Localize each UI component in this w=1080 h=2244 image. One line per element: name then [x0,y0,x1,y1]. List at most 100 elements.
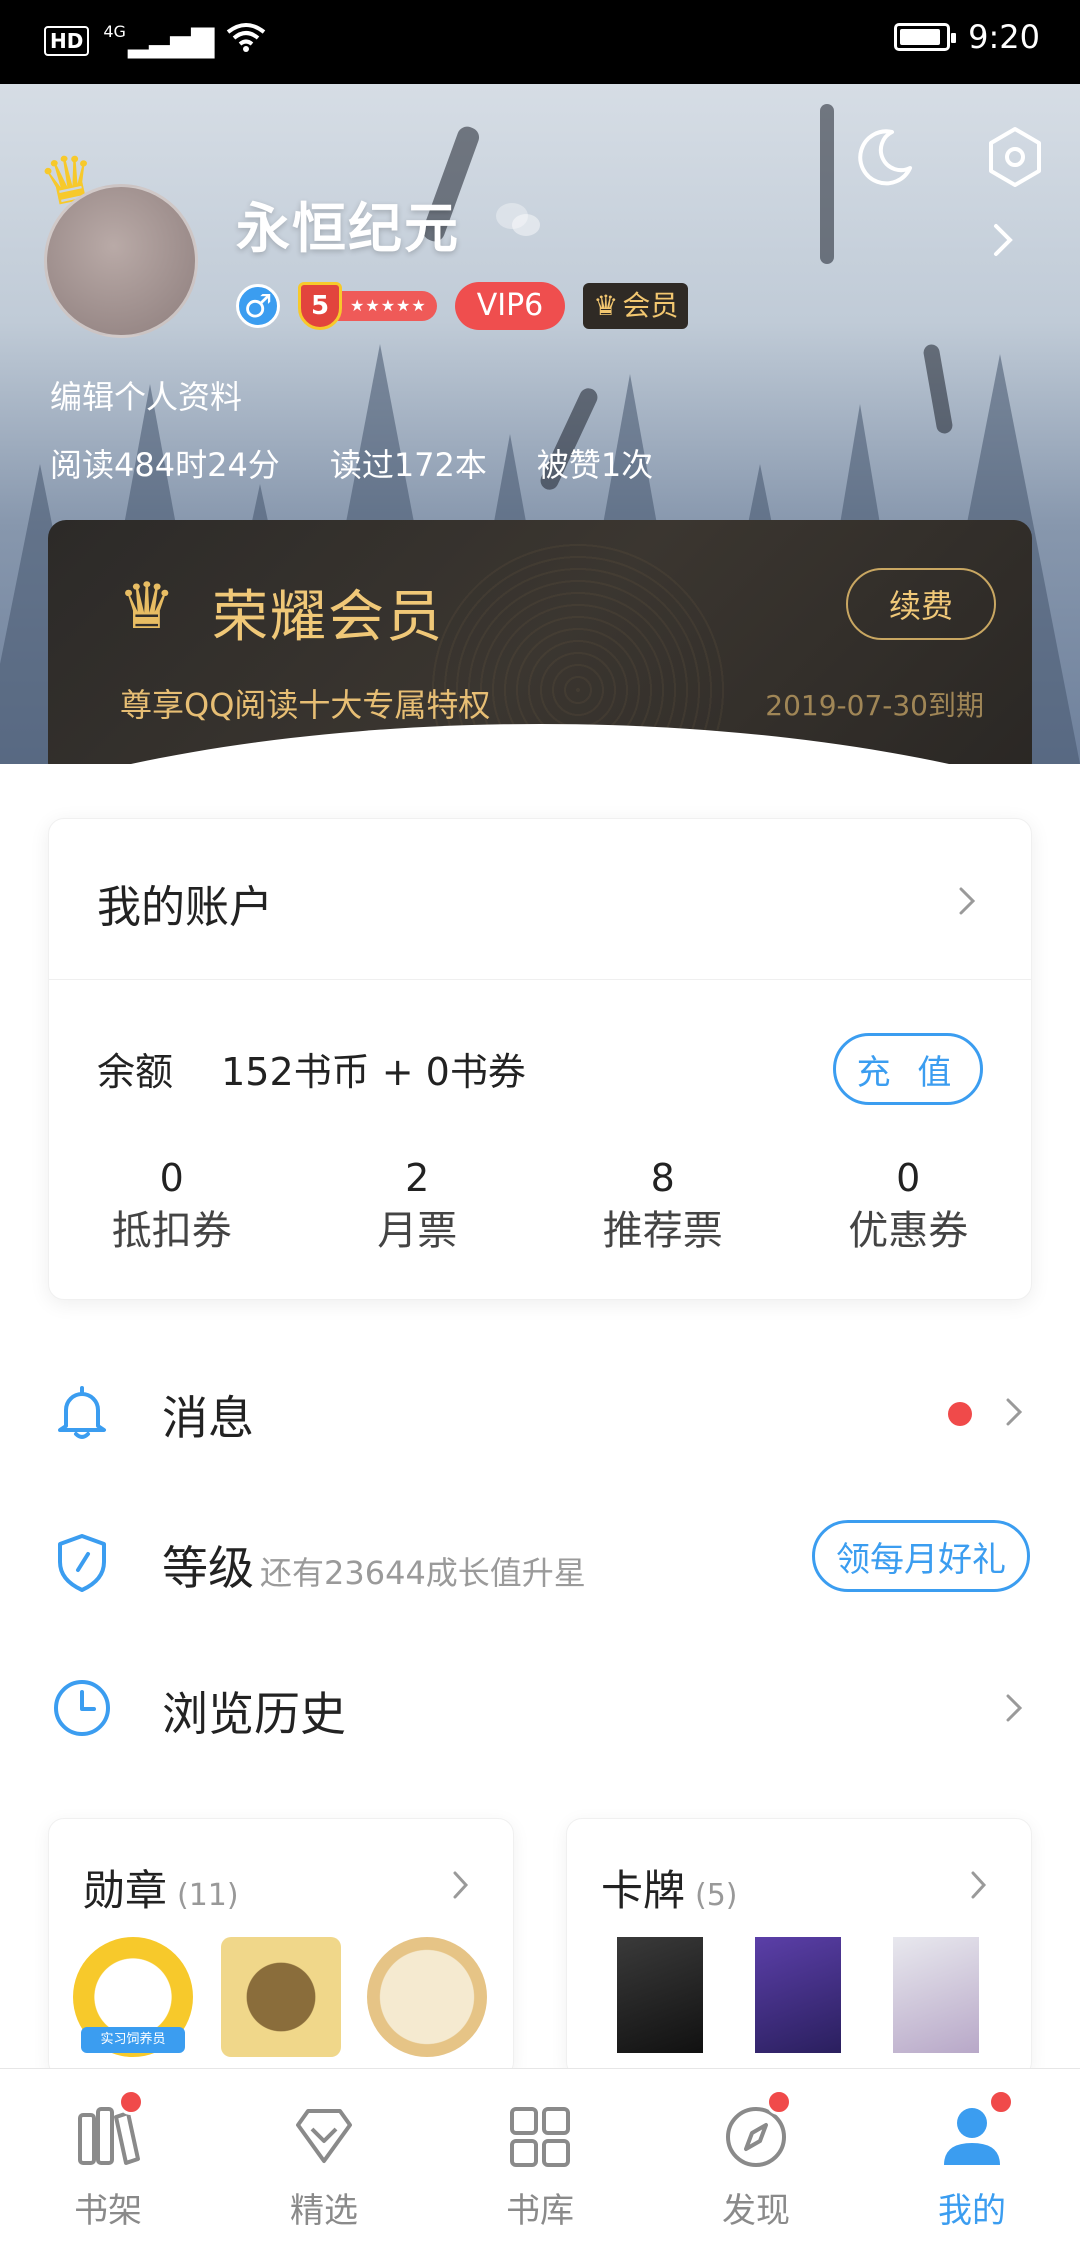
status-bar: HD 4G ▂▃▅▇ 9:20 [0,0,1080,84]
chevron-right-icon [453,1871,469,1899]
battery-icon [894,23,957,51]
nav-discover[interactable]: 发现 [648,2069,864,2244]
balance-row: 余额 152书币 + 0书券 [97,1041,526,1096]
hd-indicator: HD [44,26,90,56]
diamond-icon [296,2109,352,2163]
member-badge: ♛ 会员 [583,283,689,329]
bell-icon [58,1386,106,1439]
menu-messages[interactable]: 消息 [0,1350,1080,1470]
nav-label: 书库 [506,2191,574,2231]
ticket-label: 优惠券 [848,1208,969,1254]
ticket-monthly[interactable]: 2 月票 [295,1155,541,1261]
menu-history-label: 浏览历史 [162,1687,346,1741]
nav-label: 发现 [722,2191,790,2231]
divider [49,979,1031,980]
ticket-label: 抵扣券 [111,1208,232,1254]
cards-title: 卡牌 (5) [601,1857,738,1918]
chevron-right-icon[interactable] [988,220,1018,260]
ticket-coupon[interactable]: 0 优惠券 [786,1155,1032,1261]
medals-title-text: 勋章 [83,1866,168,1915]
vip-description: 尊享QQ阅读十大专属特权 [120,686,491,724]
card-thumbnail[interactable] [755,1937,841,2053]
renew-button[interactable]: 续费 [846,568,996,640]
menu-level[interactable]: 等级 还有23644成长值升星 领每月好礼 [0,1500,1080,1620]
chevron-right-icon[interactable] [955,881,981,921]
badge-row: ♂ 5 ★★★★★ VIP6 ♛ 会员 [236,282,689,330]
ticket-value: 2 [405,1156,430,1200]
vip-crown-icon: ♛ [118,570,176,644]
books-read: 读过172本 [329,446,487,484]
chevron-right-icon [1006,1694,1023,1722]
ticket-value: 0 [896,1156,921,1200]
vip-level-badge: VIP6 [454,282,566,330]
cards-panel[interactable]: 卡牌 (5) [566,1818,1032,2078]
reading-time: 阅读484时24分 [50,446,280,484]
ticket-label: 月票 [377,1208,458,1254]
nav-label: 我的 [938,2191,1006,2231]
account-card: 我的账户 余额 152书币 + 0书券 充 值 0 抵扣券 2 月票 8 推荐票… [48,818,1032,1300]
chevron-right-icon [971,1871,987,1899]
clock-icon [54,1680,110,1736]
night-mode-icon[interactable] [852,124,918,190]
medal-bronze[interactable] [221,1937,341,2057]
medals-panel[interactable]: 勋章 (11) 实习饲养员 [48,1818,514,2078]
likes-received: 被赞1次 [536,446,654,484]
ticket-stats: 0 抵扣券 2 月票 8 推荐票 0 优惠券 [49,1155,1031,1261]
male-icon: ♂ [236,284,280,328]
wifi-icon [226,22,266,60]
medal-landscape[interactable] [367,1937,487,2057]
menu-messages-label: 消息 [162,1391,254,1445]
account-title[interactable]: 我的账户 [97,871,273,935]
wechat-icon [496,203,540,236]
level-number: 5 [298,282,342,330]
network-type: 4G [103,21,126,41]
crown-icon: ♛ [593,289,619,322]
balance-label: 余额 [97,1050,174,1094]
nav-library[interactable]: 书库 [432,2069,648,2244]
medal-penguin[interactable]: 实习饲养员 [73,1937,193,2057]
menu-level-label: 等级 还有23644成长值升星 [162,1532,586,1598]
clock-time: 9:20 [968,18,1040,56]
recharge-button[interactable]: 充 值 [833,1033,983,1105]
medal-label: 实习饲养员 [81,2027,185,2053]
nav-label: 精选 [290,2191,358,2231]
cards-count: (5) [695,1878,738,1913]
medals-count: (11) [177,1878,239,1913]
vip-title: 荣耀会员 [212,585,444,650]
nav-label: 书架 [74,2191,142,2231]
username[interactable]: 永恒纪元 [236,184,460,263]
unread-dot [948,1402,972,1426]
ticket-value: 0 [159,1156,184,1200]
bottom-navigation: 书架 精选 书库 发现 我的 [0,2068,1080,2244]
level-label: 等级 [162,1541,254,1595]
settings-icon[interactable] [982,124,1048,190]
balance-value: 152书币 + 0书券 [221,1050,526,1094]
nav-featured[interactable]: 精选 [216,2069,432,2244]
notification-dot [988,2089,1014,2115]
level-badge: 5 ★★★★★ [298,282,437,330]
vip-expire-date: 2019-07-30到期 [765,689,984,722]
shield-icon [58,1534,106,1592]
chevron-right-icon [1006,1398,1023,1426]
ticket-deduction[interactable]: 0 抵扣券 [49,1155,295,1261]
monthly-gift-button[interactable]: 领每月好礼 [812,1520,1030,1592]
card-thumbnail[interactable] [617,1937,703,2053]
signal-icon: ▂▃▅▇ [127,23,214,59]
edit-profile-link[interactable]: 编辑个人资料 [50,372,242,418]
grid-icon [510,2107,570,2167]
medals-title: 勋章 (11) [83,1857,239,1918]
nav-bookshelf[interactable]: 书架 [0,2069,216,2244]
level-stars: ★★★★★ [334,291,437,321]
card-thumbnail[interactable] [893,1937,979,2053]
reading-stats: 阅读484时24分 读过172本 被赞1次 [50,440,653,486]
menu-history[interactable]: 浏览历史 [0,1646,1080,1766]
nav-mine[interactable]: 我的 [864,2069,1080,2244]
notification-dot [118,2089,144,2115]
ticket-value: 8 [650,1156,675,1200]
profile-header: ♛ 永恒纪元 ♂ 5 ★★★★★ VIP6 ♛ 会员 编辑个人资料 阅读484时… [0,84,1080,764]
ticket-recommend[interactable]: 8 推荐票 [540,1155,786,1261]
notification-dot [766,2089,792,2115]
cards-title-text: 卡牌 [601,1866,686,1915]
member-badge-label: 会员 [622,289,679,322]
avatar[interactable] [44,184,198,338]
